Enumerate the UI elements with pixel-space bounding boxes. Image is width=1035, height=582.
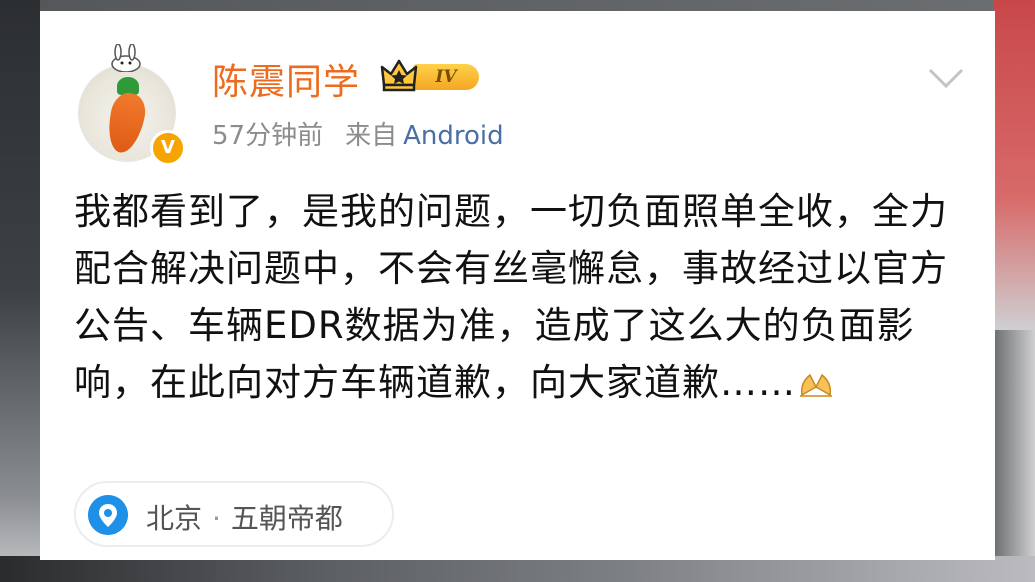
- post-content: 我都看到了，是我的问题，一切负面照单全收，全力配合解决问题中，不会有丝毫懈怠，事…: [74, 183, 964, 411]
- post-time: 57分钟前: [212, 121, 324, 151]
- background-right: [993, 0, 1035, 330]
- bunny-icon: [111, 44, 141, 72]
- chevron-down-icon[interactable]: [928, 67, 964, 89]
- crown-icon: [380, 59, 418, 92]
- background-left: [0, 0, 40, 582]
- verified-badge-icon: V: [150, 130, 186, 166]
- pleading-hands-emoji: [800, 373, 832, 397]
- carrot-shape: [103, 90, 149, 156]
- level-badge-label: IV: [413, 64, 479, 90]
- level-badge[interactable]: IV: [380, 57, 480, 93]
- post-meta: 57分钟前 来自 Android: [212, 115, 504, 152]
- location-city: 北京: [146, 502, 203, 535]
- weibo-post-card: V 陈震同学 IV 57分钟前 来自 Android 我都看到了，是我的问题，一切负…: [40, 11, 995, 560]
- avatar[interactable]: V: [78, 44, 188, 166]
- location-label: 北京 · 五朝帝都: [146, 497, 343, 537]
- source-client-link[interactable]: Android: [403, 121, 504, 151]
- location-separator: ·: [212, 502, 221, 535]
- location-name: 五朝帝都: [230, 502, 343, 535]
- location-chip[interactable]: 北京 · 五朝帝都: [74, 481, 394, 547]
- username[interactable]: 陈震同学: [212, 53, 360, 105]
- source-prefix: 来自: [345, 121, 398, 151]
- location-pin-icon: [88, 495, 128, 535]
